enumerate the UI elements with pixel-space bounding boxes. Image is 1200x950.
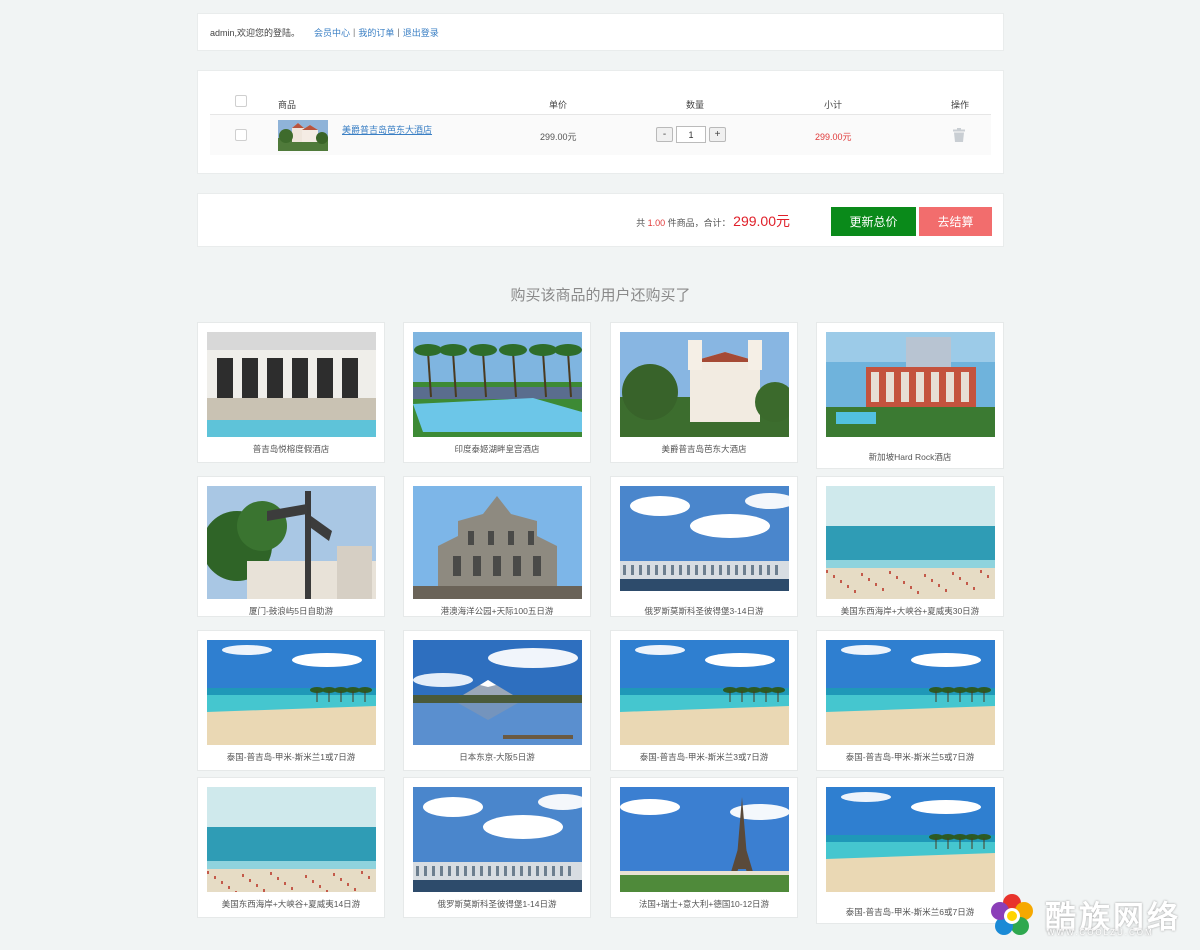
recommend-image[interactable] [207,787,376,892]
recommend-name[interactable]: 新加坡Hard Rock酒店 [817,451,1003,463]
recommend-card[interactable]: 港澳海洋公园+天际100五日游 [403,476,591,617]
logout-link[interactable]: 退出登录 [403,26,439,39]
recommend-image[interactable] [620,332,789,437]
recommend-image[interactable] [826,486,995,599]
my-orders-link[interactable]: 我的订单 [358,26,394,39]
member-center-link[interactable]: 会员中心 [314,26,350,39]
cart-summary: 共 1.00 件商品，合计： 299.00元 更新总价 去结算 [197,193,1004,247]
item-subtotal: 299.00元 [815,132,852,142]
recommend-image[interactable] [826,332,995,445]
logo-url: WWW.COOLZU.COM [1047,928,1154,937]
update-total-button[interactable]: 更新总价 [831,207,916,236]
recommend-name[interactable]: 美国东西海岸+大峡谷+夏威夷14日游 [198,898,384,910]
recommend-image[interactable] [826,787,995,900]
recommend-card[interactable]: 俄罗斯莫斯科圣彼得堡3-14日游 [610,476,798,617]
recommend-name[interactable]: 印度泰姬湖畔皇宫酒店 [404,443,590,455]
recommend-card[interactable]: 新加坡Hard Rock酒店 [816,322,1004,469]
header-action: 操作 [951,100,970,110]
summary-mid: 件商品，合计： [667,218,731,228]
recommend-image[interactable] [413,640,582,745]
recommend-image[interactable] [620,787,789,892]
recommend-image[interactable] [207,486,376,599]
welcome-text: admin,欢迎您的登陆。 [210,27,301,38]
recommend-image[interactable] [413,486,582,599]
recommend-image[interactable] [413,787,582,892]
recommend-card[interactable]: 美爵普吉岛芭东大酒店 [610,322,798,463]
recommend-title: 购买该商品的用户还购买了 [510,287,691,304]
cart-row: 美爵普吉岛芭东大酒店 299.00元 - + 299.00元 [210,115,991,155]
recommend-card[interactable]: 泰国-普吉岛-甲米-斯米兰1或7日游 [197,630,385,771]
coolzu-logo: 酷族网络 WWW.COOLZU.COM [985,890,1185,940]
recommend-card[interactable]: 日本东京-大阪5日游 [403,630,591,771]
select-all-checkbox[interactable] [235,95,247,107]
recommend-image[interactable] [620,640,789,745]
header-quantity: 数量 [686,100,705,110]
summary-prefix: 共 [636,218,646,228]
item-checkbox[interactable] [235,129,247,141]
recommend-card[interactable]: 厦门-鼓浪屿5日自助游 [197,476,385,617]
recommend-name[interactable]: 泰国-普吉岛-甲米-斯米兰6或7日游 [817,906,1003,918]
quantity-stepper: - + [656,126,726,143]
recommend-name[interactable]: 日本东京-大阪5日游 [404,751,590,763]
recommend-card[interactable]: 美国东西海岸+大峡谷+夏威夷14日游 [197,777,385,918]
trash-icon[interactable] [953,128,965,142]
recommend-name[interactable]: 普吉岛悦榕度假酒店 [198,443,384,455]
user-bar: admin,欢迎您的登陆。 会员中心 | 我的订单 | 退出登录 [197,13,1004,51]
recommend-card[interactable]: 印度泰姬湖畔皇宫酒店 [403,322,591,463]
recommend-image[interactable] [620,486,789,599]
cart-table: 商品 单价 数量 小计 操作 美爵普吉岛芭东大酒店 299.00元 - + [197,70,1004,174]
recommend-name[interactable]: 俄罗斯莫斯科圣彼得堡1-14日游 [404,898,590,910]
recommend-name[interactable]: 俄罗斯莫斯科圣彼得堡3-14日游 [611,605,797,617]
increase-button[interactable]: + [709,127,726,142]
summary-text: 共 1.00 件商品，合计： 299.00元 [636,211,790,231]
logo-flower-icon [991,894,1033,935]
recommend-name[interactable]: 港澳海洋公园+天际100五日游 [404,605,590,617]
recommend-name[interactable]: 美国东西海岸+大峡谷+夏威夷30日游 [817,605,1003,617]
cart-total: 299.00元 [733,213,790,229]
recommend-image[interactable] [207,332,376,437]
checkout-button[interactable]: 去结算 [919,207,992,236]
header-product: 商品 [278,100,297,110]
recommend-card[interactable]: 泰国-普吉岛-甲米-斯米兰6或7日游 [816,777,1004,924]
cart-header-row: 商品 单价 数量 小计 操作 [210,93,991,115]
recommend-image[interactable] [413,332,582,437]
recommend-name[interactable]: 法国+瑞士+意大利+德国10-12日游 [611,898,797,910]
recommend-image[interactable] [207,640,376,745]
recommend-card[interactable]: 泰国-普吉岛-甲米-斯米兰3或7日游 [610,630,798,771]
recommend-card[interactable]: 泰国-普吉岛-甲米-斯米兰5或7日游 [816,630,1004,771]
recommend-card[interactable]: 普吉岛悦榕度假酒店 [197,322,385,463]
product-name-link[interactable]: 美爵普吉岛芭东大酒店 [342,123,432,136]
recommend-name[interactable]: 泰国-普吉岛-甲米-斯米兰1或7日游 [198,751,384,763]
header-unit-price: 单价 [549,100,568,110]
recommend-name[interactable]: 泰国-普吉岛-甲米-斯米兰5或7日游 [817,751,1003,763]
quantity-input[interactable] [676,126,706,143]
recommend-card[interactable]: 法国+瑞士+意大利+德国10-12日游 [610,777,798,918]
product-thumbnail[interactable] [278,120,328,151]
recommend-image[interactable] [826,640,995,745]
decrease-button[interactable]: - [656,127,673,142]
recommend-name[interactable]: 美爵普吉岛芭东大酒店 [611,443,797,455]
recommend-card[interactable]: 俄罗斯莫斯科圣彼得堡1-14日游 [403,777,591,918]
recommend-name[interactable]: 泰国-普吉岛-甲米-斯米兰3或7日游 [611,751,797,763]
item-count: 1.00 [647,218,666,228]
recommend-name[interactable]: 厦门-鼓浪屿5日自助游 [198,605,384,617]
unit-price: 299.00元 [540,132,577,142]
recommend-card[interactable]: 美国东西海岸+大峡谷+夏威夷30日游 [816,476,1004,617]
header-subtotal: 小计 [824,100,843,110]
